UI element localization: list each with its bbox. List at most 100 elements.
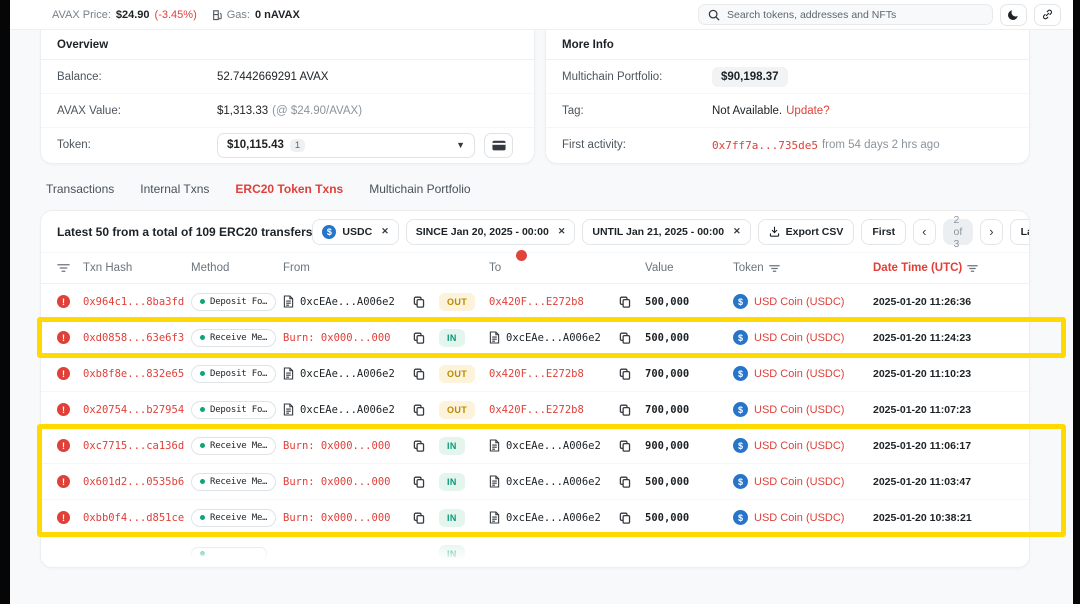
column-settings-icon[interactable] [57,263,83,273]
method-pill[interactable]: Deposit Fo… [191,401,276,419]
more-info-title: More Info [546,30,1029,60]
copy-from-address-icon[interactable] [413,440,425,452]
from-address-link[interactable]: 0xcEAe...A006e2 [300,404,395,416]
to-address-link[interactable]: 0x420F...E272b8 [489,404,584,416]
link-button[interactable] [1034,4,1061,26]
first-activity-hash-link[interactable]: 0x7ff7a...735de5 [712,139,818,152]
tab-erc20-token-txns[interactable]: ERC20 Token Txns [235,182,343,196]
token-link[interactable]: USD Coin (USDC) [754,476,844,488]
token-filter-icon[interactable] [769,264,780,273]
table-row[interactable]: ! 0xbb0f4...d851ce Receive Me… Burn: 0x0… [41,500,1029,536]
token-link[interactable]: USD Coin (USDC) [754,296,844,308]
table-row[interactable]: ! 0xd0858...63e6f3 Receive Me… Burn: 0x0… [41,320,1029,356]
table-header-row: Txn Hash Method From To Value Token Date… [41,253,1029,284]
to-address-link[interactable]: 0x420F...E272b8 [489,296,584,308]
table-row-partial[interactable]: IN [41,536,1029,568]
txn-hash-link[interactable]: 0xb8f8e...832e65 [83,368,184,380]
copy-to-address-icon[interactable] [619,296,631,308]
contract-icon [489,511,500,524]
txn-hash-link[interactable]: 0xbb0f4...d851ce [83,512,184,524]
txn-hash-link[interactable]: 0x964c1...8ba3fd [83,296,184,308]
table-toolbar: Latest 50 from a total of 109 ERC20 tran… [41,211,1029,253]
to-address-link[interactable]: 0xcEAe...A006e2 [506,512,601,524]
method-pill[interactable]: Deposit Fo… [191,293,276,311]
token-link[interactable]: USD Coin (USDC) [754,440,844,452]
table-row[interactable]: ! 0xb8f8e...832e65 Deposit Fo… 0xcEAe...… [41,356,1029,392]
to-address-link[interactable]: 0xcEAe...A006e2 [506,332,601,344]
to-address-link[interactable]: 0xcEAe...A006e2 [506,476,601,488]
copy-from-address-icon[interactable] [413,512,425,524]
search-input[interactable] [727,9,983,21]
from-address-link[interactable]: Burn: 0x000...000 [283,332,390,344]
filter-chip-usdc[interactable]: $ USDC ✕ [312,219,398,245]
method-pill[interactable]: Deposit Fo… [191,365,276,383]
token-link[interactable]: USD Coin (USDC) [754,368,844,380]
transfer-value: 500,000 [645,476,733,488]
token-holdings-dropdown[interactable]: $10,115.43 1 ▼ [217,133,475,158]
token-holdings-value: $10,115.43 [227,139,284,151]
from-address-link[interactable]: 0xcEAe...A006e2 [300,368,395,380]
remove-usdc-filter-icon[interactable]: ✕ [381,226,389,237]
copy-from-address-icon[interactable] [413,404,425,416]
table-row[interactable]: ! 0x964c1...8ba3fd Deposit Fo… 0xcEAe...… [41,284,1029,320]
method-pill[interactable] [191,547,267,560]
copy-from-address-icon[interactable] [413,476,425,488]
copy-from-address-icon[interactable] [413,332,425,344]
filter-chip-since[interactable]: SINCE Jan 20, 2025 - 00:00 ✕ [406,219,576,245]
dark-mode-toggle[interactable] [1000,4,1027,26]
chevron-down-icon: ▼ [456,140,465,150]
header-datetime[interactable]: Date Time (UTC) [873,262,1013,274]
copy-to-address-icon[interactable] [619,512,631,524]
tab-transactions[interactable]: Transactions [46,182,114,196]
method-pill[interactable]: Receive Me… [191,437,276,455]
txn-hash-link[interactable]: 0x20754...b27954 [83,404,184,416]
token-link[interactable]: USD Coin (USDC) [754,404,844,416]
pagination-prev-button[interactable]: ‹ [913,219,935,245]
to-address-link[interactable]: 0x420F...E272b8 [489,368,584,380]
remove-since-filter-icon[interactable]: ✕ [558,226,566,237]
export-csv-button[interactable]: Export CSV [758,219,855,245]
tag-update-link[interactable]: Update? [786,105,829,117]
pagination-next-button[interactable]: › [980,219,1002,245]
copy-to-address-icon[interactable] [619,368,631,380]
copy-to-address-icon[interactable] [619,476,631,488]
topbar: AVAX Price: $24.90 (-3.45%) Gas: 0 nAVAX [10,0,1073,30]
table-row[interactable]: ! 0xc7715...ca136d Receive Me… Burn: 0x0… [41,428,1029,464]
copy-to-address-icon[interactable] [619,332,631,344]
from-address-link[interactable]: Burn: 0x000...000 [283,512,390,524]
txn-hash-link[interactable]: 0xc7715...ca136d [83,440,184,452]
token-link[interactable]: USD Coin (USDC) [754,332,844,344]
copy-from-address-icon[interactable] [413,368,425,380]
tab-internal-txns[interactable]: Internal Txns [140,182,209,196]
tab-multichain-portfolio[interactable]: Multichain Portfolio [369,182,470,196]
direction-badge: IN [439,329,465,347]
wallet-button[interactable] [484,133,513,158]
cursor-dot [516,250,527,261]
from-address-link[interactable]: Burn: 0x000...000 [283,440,390,452]
remove-until-filter-icon[interactable]: ✕ [733,226,741,237]
datetime-filter-icon[interactable] [967,264,978,273]
table-row[interactable]: ! 0x601d2...0535b6 Receive Me… Burn: 0x0… [41,464,1029,500]
table-row[interactable]: ! 0x20754...b27954 Deposit Fo… 0xcEAe...… [41,392,1029,428]
method-status-dot [200,299,205,304]
to-address-link[interactable]: 0xcEAe...A006e2 [506,440,601,452]
copy-to-address-icon[interactable] [619,440,631,452]
method-pill[interactable]: Receive Me… [191,473,276,491]
screen-edge-left [0,0,10,604]
method-pill[interactable]: Receive Me… [191,509,276,527]
from-address-link[interactable]: Burn: 0x000...000 [283,476,390,488]
tag-value: Not Available. [712,105,782,117]
transfer-datetime: 2025-01-20 11:03:47 [873,476,1013,488]
search-box[interactable] [698,4,993,25]
pagination-last-button[interactable]: Last [1010,219,1030,245]
method-pill[interactable]: Receive Me… [191,329,276,347]
token-link[interactable]: USD Coin (USDC) [754,512,844,524]
pagination-first-button[interactable]: First [861,219,906,245]
avax-value-row: AVAX Value: $1,313.33 (@ $24.90/AVAX) [41,94,534,128]
filter-chip-until[interactable]: UNTIL Jan 21, 2025 - 00:00 ✕ [582,219,750,245]
copy-from-address-icon[interactable] [413,296,425,308]
txn-hash-link[interactable]: 0x601d2...0535b6 [83,476,184,488]
txn-hash-link[interactable]: 0xd0858...63e6f3 [83,332,184,344]
copy-to-address-icon[interactable] [619,404,631,416]
from-address-link[interactable]: 0xcEAe...A006e2 [300,296,395,308]
